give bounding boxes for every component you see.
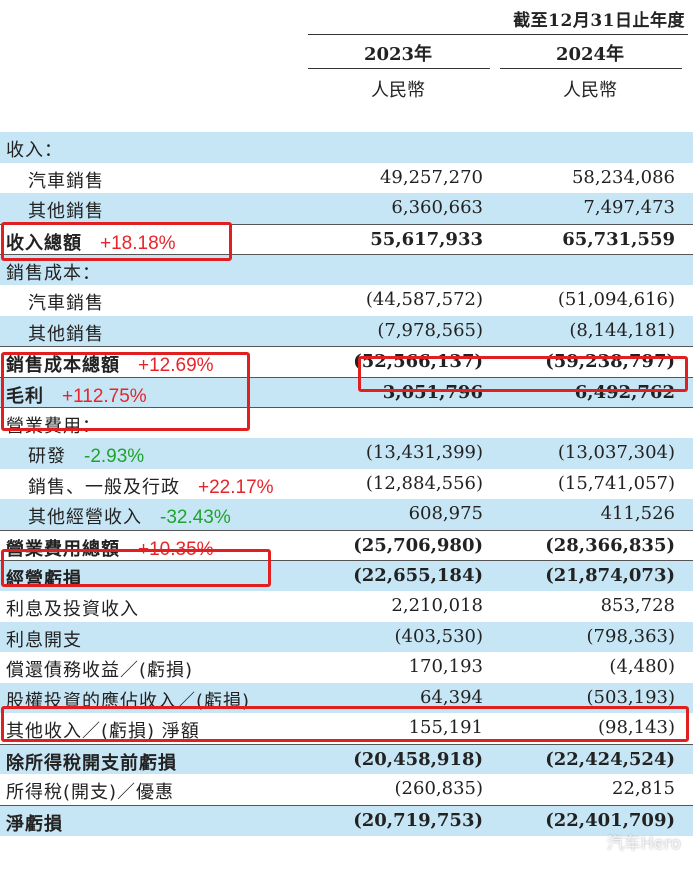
row-label: 所得稅(開支)／優惠 <box>6 778 174 804</box>
value-2024: (15,741,057) <box>557 472 675 494</box>
value-2024: (4,480) <box>609 656 675 678</box>
row-label: 其他銷售 <box>28 197 104 223</box>
row-label: 收入： <box>6 136 63 162</box>
row-label: 其他經營收入 -32.43% <box>28 503 231 529</box>
value-2023: 49,257,270 <box>379 166 483 188</box>
highlight-box-opex-total <box>1 549 271 587</box>
year-rule-2024 <box>500 68 682 69</box>
row-label-text: 償還債務收益／(虧損) <box>6 660 194 682</box>
value-2024: 411,526 <box>600 503 675 525</box>
value-2024: 853,728 <box>600 594 675 616</box>
row-label: 銷售成本： <box>6 259 101 285</box>
table-row: 汽車銷售 (44,587,572) (51,094,616) <box>0 285 693 316</box>
table-row: 收入： <box>0 132 693 163</box>
change-percent: -2.93% <box>84 445 145 467</box>
highlight-box-cost-values <box>358 356 688 392</box>
row-label-text: 利息及投資收入 <box>6 598 139 620</box>
row-label-text: 銷售成本： <box>6 263 101 285</box>
row-label-text: 淨虧損 <box>6 814 63 836</box>
period-title: 截至12月31日止年度 <box>513 11 685 31</box>
row-label: 銷售、一般及行政 +22.17% <box>28 473 274 499</box>
table-row: 其他銷售 6,360,663 7,497,473 <box>0 193 693 224</box>
row-label-text: 研發 <box>28 445 66 467</box>
table-row: 除所得稅開支前虧損 (20,458,918) (22,424,524) <box>0 743 693 775</box>
value-2024: (8,144,181) <box>569 319 675 341</box>
highlight-box-cost-and-gross-profit <box>1 352 250 431</box>
change-percent: +22.17% <box>198 476 274 498</box>
row-label-text: 汽車銷售 <box>28 170 104 192</box>
table-header: 截至12月31日止年度 2023年 2024年 人民幣 人民幣 <box>0 0 693 130</box>
table-row: 研發 -2.93% (13,431,399) (13,037,304) <box>0 437 693 469</box>
table-row: 其他銷售 (7,978,565) (8,144,181) <box>0 315 693 347</box>
row-label-text: 所得稅(開支)／優惠 <box>6 782 175 804</box>
unit-2024: 人民幣 <box>563 80 617 101</box>
table-row: 利息及投資收入 2,210,018 853,728 <box>0 591 693 622</box>
table-row: 償還債務收益／(虧損) 170,193 (4,480) <box>0 652 693 683</box>
value-2023: (7,978,565) <box>377 319 483 341</box>
row-label: 除所得稅開支前虧損 <box>6 749 177 775</box>
value-2023: (13,431,399) <box>365 441 483 463</box>
table-row: 其他經營收入 -32.43% 608,975 411,526 <box>0 499 693 530</box>
year-2023-heading: 2023年 <box>363 44 433 65</box>
value-2023: 64,394 <box>420 686 483 708</box>
value-2024: 58,234,086 <box>571 166 675 188</box>
header-rule <box>308 34 688 35</box>
value-2024: 7,497,473 <box>583 197 675 219</box>
row-label: 其他銷售 <box>28 320 104 346</box>
row-label-text: 除所得稅開支前虧損 <box>6 752 177 774</box>
value-2024: (28,366,835) <box>545 534 675 556</box>
row-label-text: 利息開支 <box>6 629 82 651</box>
value-2023: (403,530) <box>394 625 483 647</box>
highlight-box-total-revenue <box>1 222 232 261</box>
value-2023: (260,835) <box>394 778 483 800</box>
row-label-text: 其他銷售 <box>28 201 104 223</box>
row-label: 利息開支 <box>6 626 82 652</box>
row-label: 汽車銷售 <box>28 289 104 315</box>
table-row: 銷售、一般及行政 +22.17% (12,884,556) (15,741,057) <box>0 469 693 500</box>
year-2024-heading: 2024年 <box>555 44 625 65</box>
row-label: 利息及投資收入 <box>6 595 139 621</box>
value-2024: (22,424,524) <box>545 748 675 770</box>
value-2024: 65,731,559 <box>562 228 675 250</box>
value-2024: (798,363) <box>586 625 675 647</box>
row-label: 償還債務收益／(虧損) <box>6 656 193 682</box>
value-2023: (20,719,753) <box>353 810 483 832</box>
value-2023: 2,210,018 <box>391 594 483 616</box>
table-row: 利息開支 (403,530) (798,363) <box>0 621 693 653</box>
row-label: 汽車銷售 <box>28 167 104 193</box>
row-label-text: 其他銷售 <box>28 323 104 345</box>
value-2024: (21,874,073) <box>545 565 675 587</box>
row-label-text: 銷售、一般及行政 <box>28 476 180 498</box>
table-row: 汽車銷售 49,257,270 58,234,086 <box>0 163 693 194</box>
row-label-text: 收入： <box>6 140 63 161</box>
value-2024: (51,094,616) <box>557 288 675 310</box>
value-2023: (22,655,184) <box>353 565 483 587</box>
row-label-text: 汽車銷售 <box>28 292 104 314</box>
row-label-text: 其他經營收入 <box>28 507 142 529</box>
table-row: 淨虧損 (20,719,753) (22,401,709) <box>0 805 693 836</box>
row-label: 淨虧損 <box>6 810 63 836</box>
value-2023: (44,587,572) <box>365 288 483 310</box>
value-2024: (22,401,709) <box>545 810 675 832</box>
value-2024: 22,815 <box>612 778 675 800</box>
value-2023: 170,193 <box>408 656 483 678</box>
table-row: 所得稅(開支)／優惠 (260,835) 22,815 <box>0 774 693 805</box>
watermark: 汽车Hero <box>606 834 681 854</box>
value-2023: 608,975 <box>408 503 483 525</box>
value-2023: (12,884,556) <box>365 472 483 494</box>
value-2024: (503,193) <box>586 686 675 708</box>
value-2023: (25,706,980) <box>353 534 483 556</box>
highlight-box-equity-investment <box>1 706 689 742</box>
year-rule-2023 <box>308 68 490 69</box>
value-2023: 6,360,663 <box>391 197 483 219</box>
value-2023: 55,617,933 <box>370 228 483 250</box>
value-2023: (20,458,918) <box>353 748 483 770</box>
unit-2023: 人民幣 <box>371 80 425 101</box>
change-percent: -32.43% <box>160 507 231 529</box>
row-label: 研發 -2.93% <box>28 442 144 468</box>
value-2024: (13,037,304) <box>557 441 675 463</box>
